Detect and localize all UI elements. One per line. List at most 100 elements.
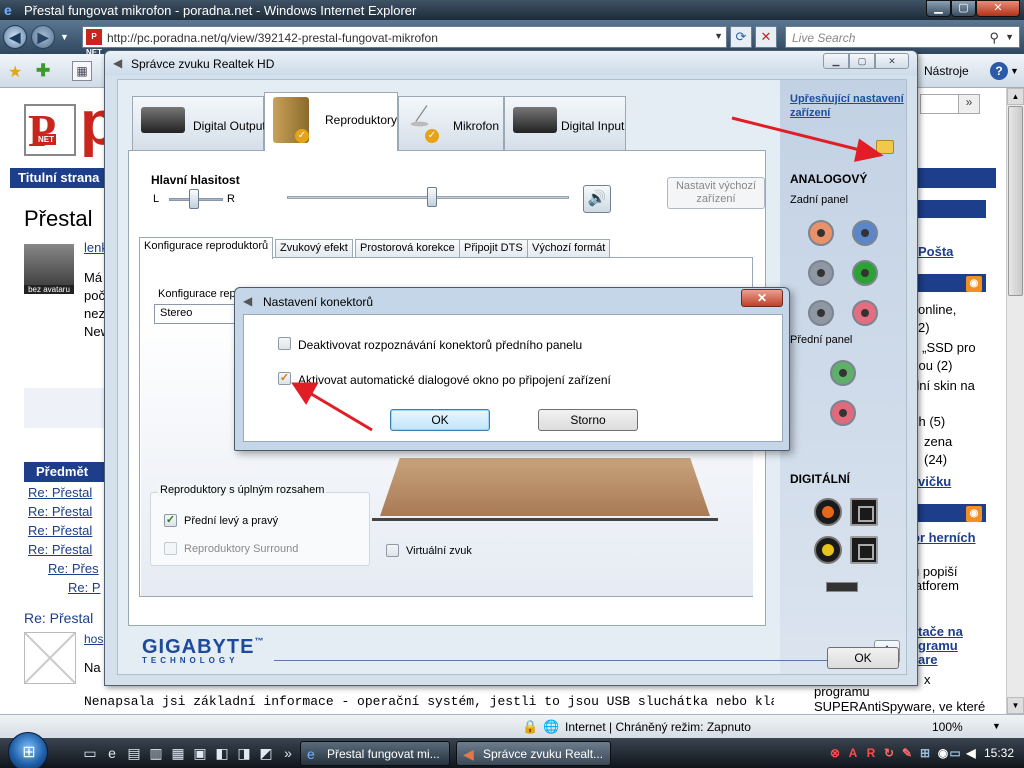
back-arrow-icon[interactable]: ◀ xyxy=(3,25,27,49)
dialog-title-bar[interactable]: ◀ Nastavení konektorů ✕ xyxy=(235,288,789,312)
taskbar-button-ie[interactable]: e Přestal fungovat mi... xyxy=(300,741,450,766)
page-scrollbar[interactable]: ▲ ▼ xyxy=(1006,88,1024,714)
optical-in-icon[interactable] xyxy=(850,536,878,564)
front-lr-checkbox[interactable]: ✓ xyxy=(164,514,177,527)
quick-tabs-icon[interactable]: ▦ xyxy=(72,61,92,81)
sidebar-text[interactable]: s „SSD pro xyxy=(912,340,976,355)
history-dropdown-icon[interactable]: ▼ xyxy=(60,32,69,42)
dialog-cancel-button[interactable]: Storno xyxy=(538,409,638,431)
tab-connect-dts[interactable]: Připojit DTS xyxy=(459,239,528,258)
site-search-button[interactable]: » xyxy=(958,94,980,114)
taskbar-button-realtek[interactable]: ◀ Správce zvuku Realt... xyxy=(456,741,611,766)
refresh-icon[interactable]: ⟳ xyxy=(730,26,752,48)
nav-home-link[interactable]: Titulní strana xyxy=(10,168,110,188)
sidebar-link[interactable]: or herních xyxy=(912,530,976,545)
thread-link[interactable]: Re: P xyxy=(68,580,101,595)
disable-front-panel-detection-checkbox[interactable] xyxy=(278,337,291,350)
quicklaunch-icon[interactable]: ◧ xyxy=(214,745,230,761)
help-dropdown-icon[interactable]: ▼ xyxy=(1010,66,1019,76)
tab-digital-output[interactable]: Digital Output xyxy=(132,96,266,150)
scroll-thumb[interactable] xyxy=(1008,106,1023,296)
tab-sound-effect[interactable]: Zvukový efekt xyxy=(275,239,353,258)
show-desktop-icon[interactable]: ▭ xyxy=(82,745,98,761)
realtek-minimize-button[interactable]: ▁ xyxy=(823,53,849,69)
folder-icon[interactable] xyxy=(876,140,894,154)
quicklaunch-icon[interactable]: ▣ xyxy=(192,745,208,761)
tab-digital-input[interactable]: Digital Input xyxy=(504,96,626,150)
search-input[interactable]: Live Search ⚲ ▼ xyxy=(785,26,1020,48)
dialog-close-button[interactable]: ✕ xyxy=(741,289,783,307)
front-jack-green[interactable] xyxy=(830,360,856,386)
sidebar-link-posta[interactable]: Pošta xyxy=(918,244,953,259)
jack-green[interactable] xyxy=(852,260,878,286)
tab-default-format[interactable]: Výchozí formát xyxy=(527,239,611,258)
sidebar-link[interactable]: vičku xyxy=(918,474,951,489)
jack-orange[interactable] xyxy=(808,220,834,246)
zoom-level[interactable]: 100% xyxy=(932,720,963,734)
jack-pink[interactable] xyxy=(852,300,878,326)
explorer-quicklaunch-icon[interactable]: ▤ xyxy=(126,745,142,761)
forward-arrow-icon[interactable]: ▶ xyxy=(31,25,55,49)
quicklaunch-icon[interactable]: ◩ xyxy=(258,745,274,761)
stop-icon[interactable]: ✕ xyxy=(755,26,777,48)
url-dropdown-icon[interactable]: ▼ xyxy=(714,31,723,41)
tray-network-icon[interactable]: ⊞ xyxy=(918,746,932,760)
tab-room-correction[interactable]: Prostorová korekce xyxy=(355,239,460,258)
ie-quicklaunch-icon[interactable]: e xyxy=(104,745,120,761)
search-icon[interactable]: ⚲ xyxy=(989,30,999,46)
explorer-quicklaunch-icon[interactable]: ▥ xyxy=(148,745,164,761)
jack-grey[interactable] xyxy=(808,260,834,286)
mute-speaker-icon[interactable]: 🔊 xyxy=(583,185,611,213)
thread-link[interactable]: Re: Přestal xyxy=(28,485,92,500)
set-default-device-button[interactable]: Nastavit výchozí zařízení xyxy=(667,177,765,209)
hdmi-port-icon[interactable] xyxy=(826,582,858,592)
thread-link[interactable]: Re: Přestal xyxy=(28,523,92,538)
url-text[interactable]: http://pc.poradna.net/q/view/392142-pres… xyxy=(107,31,438,45)
reply-title[interactable]: Re: Přestal xyxy=(24,610,93,626)
tab-speaker-config[interactable]: Konfigurace reproduktorů xyxy=(139,237,274,259)
sidebar-link[interactable]: tače na xyxy=(918,624,963,639)
security-zone-icon[interactable]: 🔒 xyxy=(522,719,538,735)
jack-blue[interactable] xyxy=(852,220,878,246)
realtek-ok-button[interactable]: OK xyxy=(827,647,899,669)
jack-grey[interactable] xyxy=(808,300,834,326)
help-icon[interactable]: ? xyxy=(990,62,1008,80)
search-dropdown-icon[interactable]: ▼ xyxy=(1005,32,1014,42)
site-logo[interactable]: P NET xyxy=(24,104,76,156)
status-zone-text[interactable]: Internet | Chráněný režim: Zapnuto xyxy=(565,720,751,734)
favorites-star-icon[interactable]: ★ xyxy=(8,62,22,82)
ie-close-button[interactable]: ✕ xyxy=(976,0,1020,17)
realtek-close-button[interactable]: ✕ xyxy=(875,53,909,69)
realtek-maximize-button[interactable]: ▢ xyxy=(849,53,875,69)
thread-link[interactable]: Re: Přes xyxy=(48,561,99,576)
realtek-title-bar[interactable]: ◀ Správce zvuku Realtek HD ▁ ▢ ✕ xyxy=(105,51,917,75)
master-volume-slider-thumb[interactable] xyxy=(427,187,437,207)
quicklaunch-icon[interactable]: ◨ xyxy=(236,745,252,761)
advanced-settings-link[interactable]: Upřesňující nastavení zařízení xyxy=(790,92,906,120)
rss-icon[interactable]: ◉ xyxy=(966,276,982,292)
reply-author-link[interactable]: hos xyxy=(84,632,103,646)
spdif-coax-out-icon[interactable]: #x{} xyxy=(814,498,842,526)
start-button[interactable]: ⊞ xyxy=(8,732,48,768)
tray-network-icon[interactable]: ▭ xyxy=(948,746,962,760)
tab-microphone[interactable]: ✓ Mikrofon xyxy=(398,96,504,150)
balance-slider-thumb[interactable] xyxy=(189,189,199,209)
optical-out-icon[interactable] xyxy=(850,498,878,526)
tray-volume-icon[interactable]: ◀ xyxy=(964,746,978,760)
quicklaunch-more-icon[interactable]: » xyxy=(280,745,296,761)
url-field[interactable]: P NET http://pc.poradna.net/q/view/39214… xyxy=(82,26,727,57)
tab-speakers[interactable]: ✓ Reproduktory xyxy=(264,92,398,151)
calculator-quicklaunch-icon[interactable]: ▦ xyxy=(170,745,186,761)
tray-antivirus-icon[interactable]: ⊗ xyxy=(828,746,842,760)
rss-icon[interactable]: ◉ xyxy=(966,506,982,522)
tools-menu[interactable]: Nástroje xyxy=(924,64,969,78)
tray-avast-icon[interactable]: A xyxy=(846,746,860,760)
dialog-ok-button[interactable]: OK xyxy=(390,409,490,431)
thread-link[interactable]: Re: Přestal xyxy=(28,542,92,557)
scroll-down-icon[interactable]: ▼ xyxy=(1007,697,1024,714)
clock[interactable]: 15:32 xyxy=(984,746,1014,760)
sidebar-text[interactable]: zena xyxy=(924,434,952,449)
spdif-coax-in-icon[interactable] xyxy=(814,536,842,564)
zoom-dropdown-icon[interactable]: ▼ xyxy=(992,721,1001,731)
sidebar-link[interactable]: are xyxy=(918,652,938,667)
